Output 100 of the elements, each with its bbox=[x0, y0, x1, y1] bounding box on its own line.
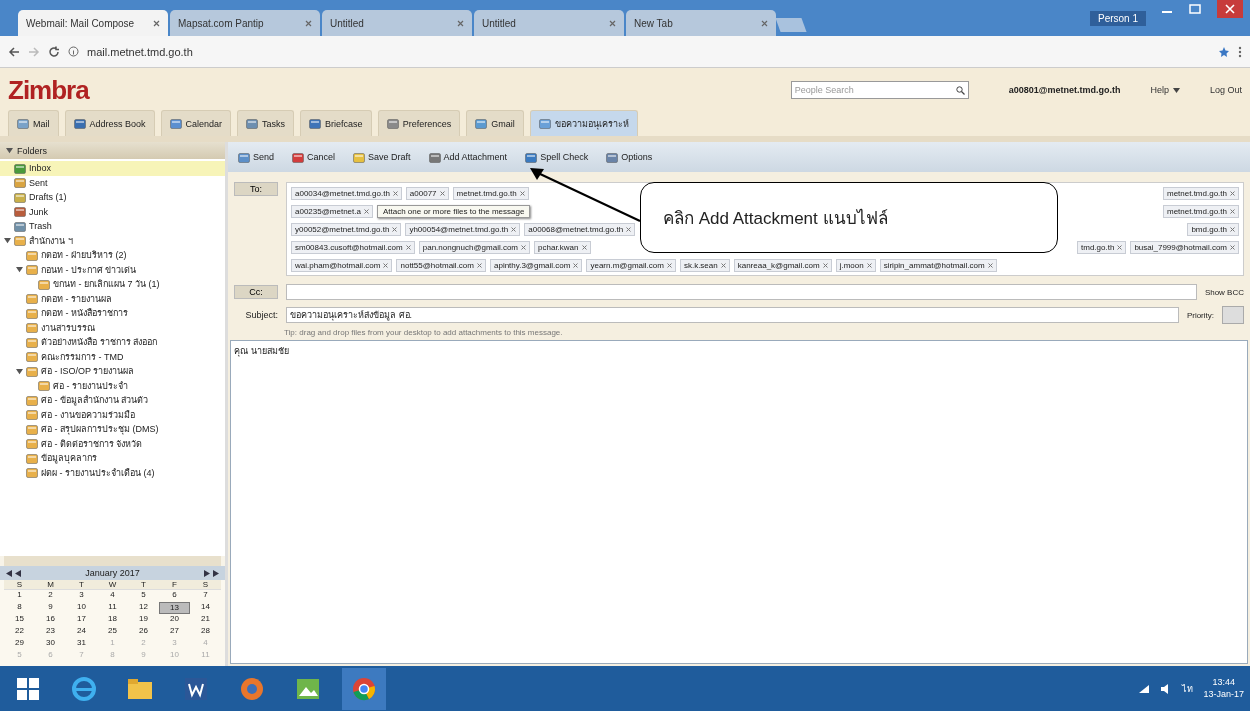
recipient-chip[interactable]: busai_7999@hotmail.com bbox=[1130, 240, 1239, 254]
folder-item[interactable]: งานสารบรรณ bbox=[0, 320, 225, 335]
calendar-day[interactable]: 14 bbox=[190, 602, 221, 614]
app-icon[interactable] bbox=[241, 677, 263, 700]
calendar-day[interactable]: 24 bbox=[66, 626, 97, 638]
browser-icon[interactable] bbox=[72, 676, 96, 701]
recipient-chip[interactable]: sm00843.cusoft@hotmail.com bbox=[291, 240, 415, 254]
recipient-chip[interactable]: wai.pham@hotmail.com bbox=[291, 258, 393, 272]
calendar-day[interactable]: 18 bbox=[97, 614, 128, 626]
expander-icon[interactable] bbox=[16, 266, 23, 274]
remove-icon[interactable] bbox=[477, 262, 482, 268]
folder-item[interactable]: สำนักงาน ฯ bbox=[0, 233, 225, 248]
clock[interactable]: 13:44 13-Jan-17 bbox=[1203, 676, 1244, 701]
calendar-day[interactable]: 2 bbox=[35, 590, 66, 602]
next-icon[interactable] bbox=[203, 569, 219, 577]
remove-icon[interactable] bbox=[383, 262, 389, 268]
calendar-day[interactable]: 31 bbox=[66, 638, 97, 650]
picture-icon[interactable] bbox=[297, 678, 319, 699]
calendar-day[interactable]: 13 bbox=[159, 602, 190, 614]
recipient-chip[interactable]: sk.k.sean bbox=[679, 258, 730, 272]
calendar-day[interactable]: 27 bbox=[159, 626, 190, 638]
calendar-day[interactable]: 17 bbox=[66, 614, 97, 626]
recipient-chip[interactable]: bmd.go.th bbox=[1187, 222, 1239, 236]
close-icon[interactable] bbox=[153, 19, 160, 27]
calendar-day[interactable]: 15 bbox=[4, 614, 35, 626]
subject-field[interactable]: ขอความอนุเคราะห์ส่งข้อมูล ศอ. bbox=[286, 307, 1179, 323]
browser-tab[interactable]: Mapsat.com Pantip bbox=[170, 10, 320, 36]
recipient-chip[interactable]: a00068@metnet.tmd.go.th bbox=[524, 222, 636, 236]
folder-item[interactable]: กตอท - รายงานผล bbox=[0, 291, 225, 306]
remove-icon[interactable] bbox=[405, 244, 411, 250]
recipient-chip[interactable]: pchar.kwan bbox=[534, 240, 591, 254]
show-bcc-link[interactable]: Show BCC bbox=[1204, 287, 1244, 297]
remove-icon[interactable] bbox=[1230, 208, 1235, 214]
remove-icon[interactable] bbox=[1230, 226, 1235, 232]
reload-icon[interactable] bbox=[48, 45, 60, 58]
folder-item[interactable]: กตอท - หนังสือราชการ bbox=[0, 306, 225, 321]
search-icon[interactable] bbox=[955, 85, 965, 95]
remove-icon[interactable] bbox=[392, 190, 398, 196]
remove-icon[interactable] bbox=[363, 208, 369, 214]
remove-icon[interactable] bbox=[626, 226, 632, 232]
recipient-chip[interactable]: a00077 bbox=[405, 186, 449, 200]
star-icon[interactable] bbox=[1218, 45, 1230, 58]
browser-tab[interactable]: New Tab bbox=[626, 10, 776, 36]
app-tab[interactable]: Briefcase bbox=[300, 110, 372, 136]
expander-icon[interactable] bbox=[4, 237, 11, 245]
folder-icon[interactable] bbox=[128, 678, 152, 699]
remove-icon[interactable] bbox=[392, 226, 398, 232]
remove-icon[interactable] bbox=[666, 262, 672, 268]
cc-field[interactable] bbox=[286, 284, 1197, 300]
recipient-chip[interactable]: pan.nongnuch@gmail.com bbox=[418, 240, 531, 254]
folder-item[interactable]: ศอ - สรุปผลการประชุม (DMS) bbox=[0, 422, 225, 437]
calendar-day[interactable]: 30 bbox=[35, 638, 66, 650]
remove-icon[interactable] bbox=[511, 226, 517, 232]
folder-item[interactable]: คณะกรรมการ - TMD bbox=[0, 349, 225, 364]
folder-item[interactable]: ข้อมูลบุคลากร bbox=[0, 451, 225, 466]
app-tab[interactable]: Preferences bbox=[377, 110, 461, 136]
folder-item[interactable]: กตอท - ฝ่ายบริหาร (2) bbox=[0, 248, 225, 263]
calendar-day[interactable]: 3 bbox=[66, 590, 97, 602]
app-tab[interactable]: Address Book bbox=[64, 110, 155, 136]
recipient-chip[interactable]: metnet.tmd.go.th bbox=[452, 186, 529, 200]
remove-icon[interactable] bbox=[720, 262, 726, 268]
calendar-day[interactable]: 10 bbox=[66, 602, 97, 614]
scrollbar[interactable] bbox=[4, 556, 221, 566]
recipient-chip[interactable]: a00034@metnet.tmd.go.th bbox=[291, 186, 402, 200]
folder-item[interactable]: Inbox bbox=[0, 161, 225, 176]
profile-button[interactable]: Person 1 bbox=[1089, 10, 1146, 26]
app-tab[interactable]: Mail bbox=[8, 110, 59, 136]
folder-item[interactable]: ศอ - ISO/OP รายงานผล bbox=[0, 364, 225, 379]
remove-icon[interactable] bbox=[521, 244, 527, 250]
remove-icon[interactable] bbox=[573, 262, 579, 268]
recipient-chip[interactable]: yh00054@metnet.tmd.go.th bbox=[405, 222, 521, 236]
info-icon[interactable] bbox=[68, 46, 79, 57]
recipient-chip[interactable]: yearn.m@gmail.com bbox=[586, 258, 676, 272]
toolbar-button[interactable]: Save Draft bbox=[351, 150, 413, 164]
calendar-day[interactable]: 23 bbox=[35, 626, 66, 638]
folder-item[interactable]: Trash bbox=[0, 219, 225, 234]
calendar-day[interactable]: 7 bbox=[190, 590, 221, 602]
folder-item[interactable]: กอนท - ประกาศ ข่าวเด่น bbox=[0, 262, 225, 277]
recipient-chip[interactable]: tmd.go.th bbox=[1077, 240, 1127, 254]
toolbar-button[interactable]: Cancel bbox=[290, 150, 338, 164]
menu-icon[interactable] bbox=[1238, 45, 1242, 58]
close-icon[interactable] bbox=[457, 19, 464, 27]
browser-tab[interactable]: Untitled bbox=[474, 10, 624, 36]
help-menu[interactable]: Help bbox=[1150, 85, 1169, 95]
language-indicator[interactable]: ไท bbox=[1182, 681, 1194, 696]
folder-item[interactable]: Junk bbox=[0, 204, 225, 219]
calendar-day[interactable]: 21 bbox=[190, 614, 221, 626]
back-icon[interactable] bbox=[8, 45, 20, 58]
expander-icon[interactable] bbox=[16, 367, 23, 375]
remove-icon[interactable] bbox=[439, 190, 445, 196]
folder-item[interactable]: Sent bbox=[0, 175, 225, 190]
calendar-day[interactable]: 26 bbox=[128, 626, 159, 638]
calendar-day[interactable]: 5 bbox=[128, 590, 159, 602]
recipient-chip[interactable]: y00052@metnet.tmd.go.th bbox=[291, 222, 402, 236]
new-tab-button[interactable] bbox=[775, 18, 807, 32]
expander-icon[interactable] bbox=[6, 147, 13, 154]
calendar-day[interactable]: 4 bbox=[97, 590, 128, 602]
app-tab[interactable]: Gmail bbox=[466, 110, 524, 136]
calendar-day[interactable]: 9 bbox=[35, 602, 66, 614]
message-body[interactable]: คุณ นายสมชัย bbox=[230, 340, 1248, 664]
